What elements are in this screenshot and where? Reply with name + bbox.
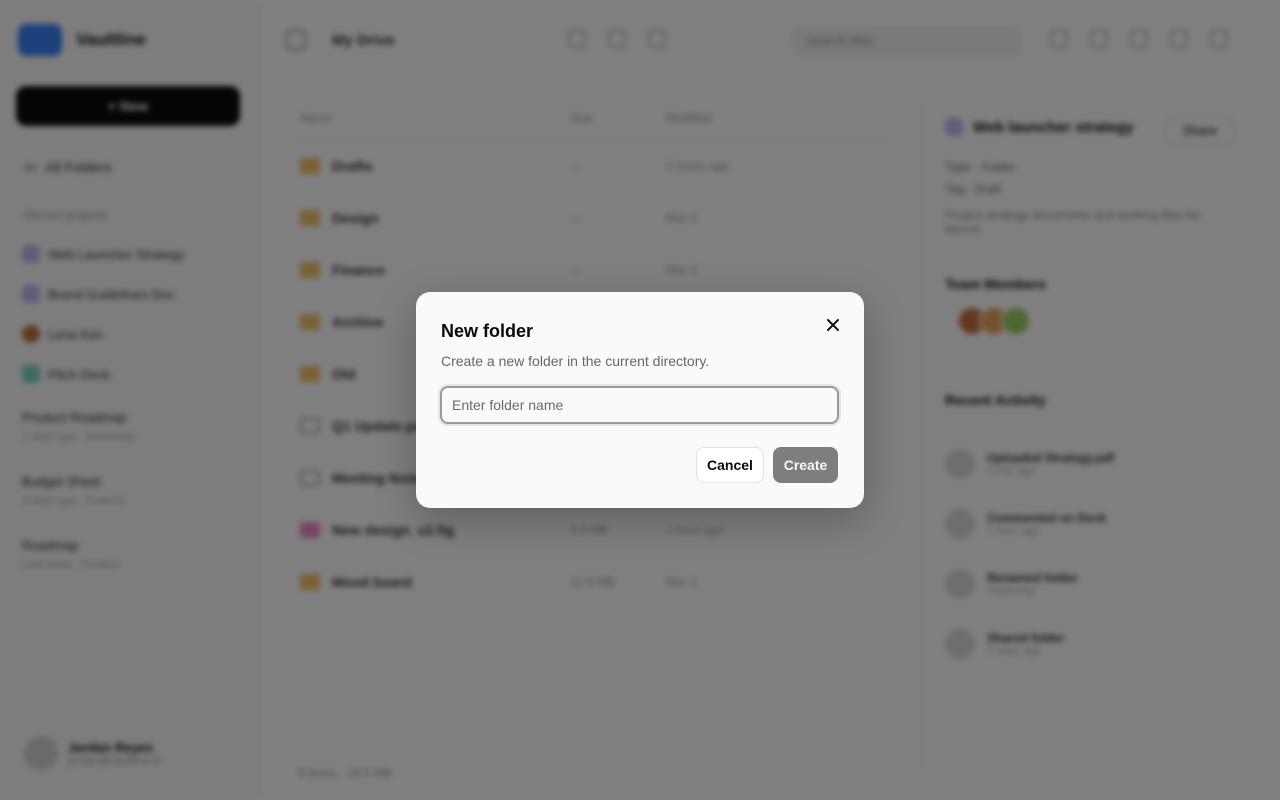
folder-name-input[interactable]: [440, 386, 839, 424]
close-icon[interactable]: [822, 314, 844, 336]
dialog-title: New folder: [441, 321, 534, 341]
create-button[interactable]: Create: [773, 447, 838, 483]
dialog-description: Create a new folder in the current direc…: [441, 353, 710, 369]
new-folder-dialog: New folder Create a new folder in the cu…: [416, 292, 864, 508]
cancel-button[interactable]: Cancel: [696, 447, 764, 483]
